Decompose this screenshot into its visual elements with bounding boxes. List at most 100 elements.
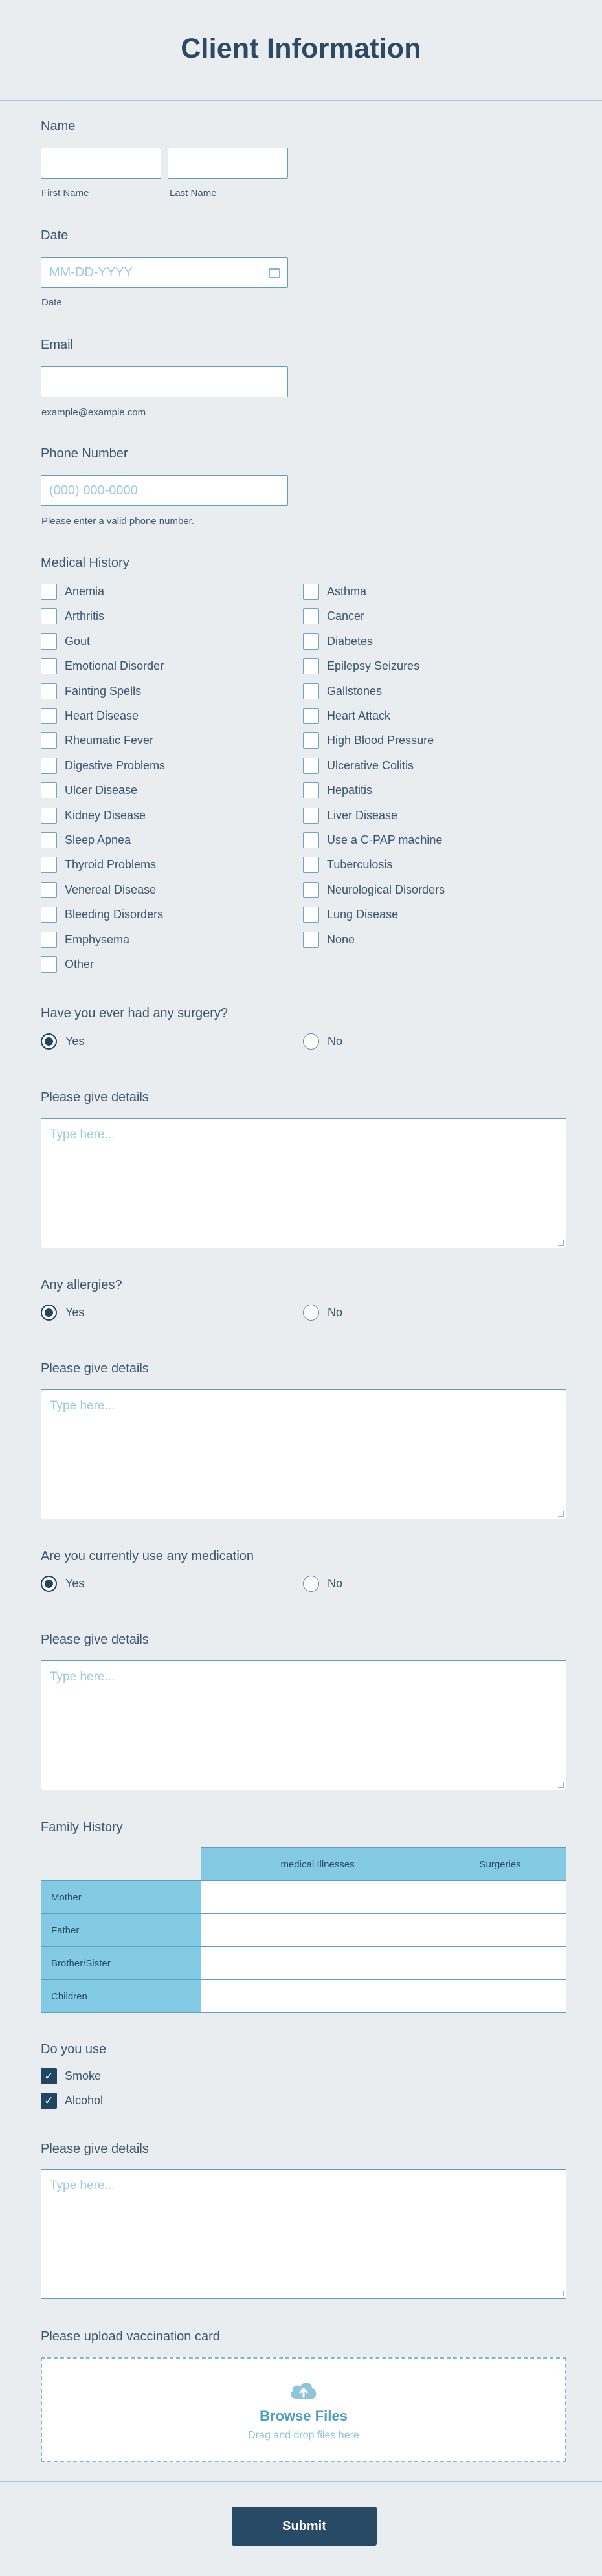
medical-history-checkbox[interactable]: Lung Disease bbox=[303, 907, 398, 923]
medical-history-checkbox[interactable]: Emphysema bbox=[41, 931, 129, 948]
checkbox-empty-icon bbox=[303, 658, 319, 675]
date-label: Date bbox=[41, 228, 69, 243]
checkbox-empty-icon bbox=[41, 584, 57, 600]
medical-history-item-label: Thyroid Problems bbox=[65, 858, 157, 872]
medical-history-item-label: Rheumatic Fever bbox=[65, 734, 154, 747]
table-cell-input[interactable] bbox=[200, 1913, 435, 1947]
resize-handle-icon[interactable] bbox=[558, 1782, 564, 1788]
checkbox-empty-icon bbox=[303, 584, 319, 600]
medical-history-checkbox[interactable]: Ulcerative Colitis bbox=[303, 757, 414, 774]
phone-input[interactable]: (000) 000-0000 bbox=[41, 475, 288, 506]
table-cell-input[interactable] bbox=[434, 1946, 566, 1980]
medical-history-item-label: Venereal Disease bbox=[65, 883, 157, 896]
column-header-illnesses: medical Illnesses bbox=[200, 1847, 435, 1881]
checkbox-empty-icon bbox=[303, 683, 319, 699]
smoke-checkbox[interactable]: ✓ Smoke bbox=[41, 2068, 101, 2084]
checkmark-icon: ✓ bbox=[41, 2093, 57, 2109]
surgery-yes-radio[interactable]: Yes bbox=[41, 1033, 84, 1050]
medical-history-checkbox[interactable]: Arthritis bbox=[41, 608, 105, 625]
medical-history-checkbox[interactable]: Heart Attack bbox=[303, 708, 390, 724]
first-name-input[interactable] bbox=[41, 148, 161, 179]
browse-files-link[interactable]: Browse Files bbox=[260, 2408, 348, 2425]
medical-history-item-label: Anemia bbox=[65, 585, 105, 598]
table-cell-input[interactable] bbox=[434, 1913, 566, 1947]
resize-handle-icon[interactable] bbox=[558, 2291, 564, 2296]
last-name-input[interactable] bbox=[168, 148, 288, 179]
allergies-no-radio[interactable]: No bbox=[303, 1305, 342, 1321]
checkbox-empty-icon bbox=[41, 732, 57, 749]
allergies-yes-radio[interactable]: Yes bbox=[41, 1305, 84, 1321]
calendar-icon[interactable] bbox=[269, 267, 280, 278]
medical-history-checkbox[interactable]: Hepatitis bbox=[303, 782, 372, 799]
medical-history-checkbox[interactable]: Epilepsy Seizures bbox=[303, 658, 419, 675]
medical-history-checkbox[interactable]: Digestive Problems bbox=[41, 757, 166, 774]
medical-history-checkbox[interactable]: Asthma bbox=[303, 584, 366, 600]
table-cell-input[interactable] bbox=[434, 1979, 566, 2013]
resize-handle-icon[interactable] bbox=[558, 1511, 564, 1517]
medication-yes-radio[interactable]: Yes bbox=[41, 1576, 84, 1592]
details-textarea-2[interactable]: Type here... bbox=[41, 1389, 566, 1519]
medical-history-checkbox[interactable]: Use a C-PAP machine bbox=[303, 832, 442, 848]
medical-history-checkbox[interactable]: Fainting Spells bbox=[41, 683, 141, 699]
medical-history-checkbox[interactable]: Tuberculosis bbox=[303, 857, 392, 874]
medical-history-checkbox[interactable]: Rheumatic Fever bbox=[41, 732, 153, 749]
medical-history-checkbox[interactable]: Venereal Disease bbox=[41, 881, 157, 898]
medical-history-checkbox[interactable]: Diabetes bbox=[303, 633, 373, 650]
checkbox-empty-icon bbox=[303, 708, 319, 724]
checkbox-empty-icon bbox=[41, 832, 57, 848]
alcohol-checkbox[interactable]: ✓ Alcohol bbox=[41, 2093, 103, 2109]
medical-history-checkbox[interactable]: None bbox=[303, 931, 355, 948]
medical-history-checkbox[interactable]: Emotional Disorder bbox=[41, 658, 164, 675]
date-input[interactable]: MM-DD-YYYY bbox=[41, 257, 288, 288]
form-header: Client Information bbox=[0, 0, 602, 101]
medical-history-item-label: None bbox=[327, 932, 355, 946]
checkbox-empty-icon bbox=[41, 633, 57, 650]
details-textarea-4[interactable]: Type here... bbox=[41, 2169, 566, 2299]
medical-history-checkbox[interactable]: Bleeding Disorders bbox=[41, 907, 163, 923]
table-cell-input[interactable] bbox=[434, 1880, 566, 1914]
medical-history-item-label: Gout bbox=[65, 634, 91, 648]
allergies-label: Any allergies? bbox=[41, 1278, 122, 1292]
file-upload-dropzone[interactable]: Browse Files Drag and drop files here bbox=[41, 2357, 566, 2462]
name-field-group: Name bbox=[41, 119, 75, 134]
surgery-no-radio[interactable]: No bbox=[303, 1033, 342, 1050]
medical-history-checkbox[interactable]: Thyroid Problems bbox=[41, 857, 157, 874]
medical-history-item-label: Liver Disease bbox=[327, 808, 398, 822]
medical-history-checkbox[interactable]: Sleep Apnea bbox=[41, 832, 131, 848]
medical-history-item-label: High Blood Pressure bbox=[327, 734, 434, 747]
details-textarea-3[interactable]: Type here... bbox=[41, 1660, 566, 1790]
resize-handle-icon[interactable] bbox=[558, 1240, 564, 1246]
medication-yes-label: Yes bbox=[65, 1577, 85, 1590]
submit-button[interactable]: Submit bbox=[232, 2507, 377, 2546]
medical-history-checkbox[interactable]: Neurological Disorders bbox=[303, 881, 445, 898]
table-cell-input[interactable] bbox=[200, 1979, 435, 2013]
medical-history-item-label: Digestive Problems bbox=[65, 758, 166, 772]
email-input[interactable] bbox=[41, 366, 288, 397]
checkbox-empty-icon bbox=[41, 931, 57, 948]
table-cell-input[interactable] bbox=[200, 1946, 435, 1980]
medical-history-checkbox[interactable]: Anemia bbox=[41, 584, 104, 600]
medical-history-checkbox[interactable]: Heart Disease bbox=[41, 708, 139, 724]
checkbox-empty-icon bbox=[41, 757, 57, 774]
medical-history-item-label: Heart Disease bbox=[65, 709, 139, 722]
medication-no-radio[interactable]: No bbox=[303, 1576, 342, 1592]
medical-history-item-label: Other bbox=[65, 958, 95, 971]
details-textarea-1[interactable]: Type here... bbox=[41, 1118, 566, 1248]
table-cell-input[interactable] bbox=[200, 1880, 435, 1914]
medical-history-item-label: Lung Disease bbox=[327, 908, 399, 921]
radio-selected-icon bbox=[41, 1576, 57, 1592]
checkbox-empty-icon bbox=[41, 881, 57, 898]
medical-history-checkbox[interactable]: Kidney Disease bbox=[41, 807, 146, 824]
medical-history-checkbox[interactable]: Other bbox=[41, 956, 94, 973]
checkbox-empty-icon bbox=[41, 708, 57, 724]
medical-history-checkbox[interactable]: Gout bbox=[41, 633, 90, 650]
medical-history-checkbox[interactable]: Cancer bbox=[303, 608, 364, 625]
medical-history-checkbox[interactable]: Gallstones bbox=[303, 683, 382, 699]
medical-history-checkbox[interactable]: Liver Disease bbox=[303, 807, 398, 824]
family-history-table: medical Illnesses Surgeries Mother Fathe… bbox=[41, 1847, 566, 2013]
name-label: Name bbox=[41, 119, 76, 133]
details-label-2: Please give details bbox=[41, 1361, 149, 1376]
medical-history-checkbox[interactable]: High Blood Pressure bbox=[303, 732, 434, 749]
medical-history-item-label: Arthritis bbox=[65, 610, 105, 623]
medical-history-checkbox[interactable]: Ulcer Disease bbox=[41, 782, 137, 799]
